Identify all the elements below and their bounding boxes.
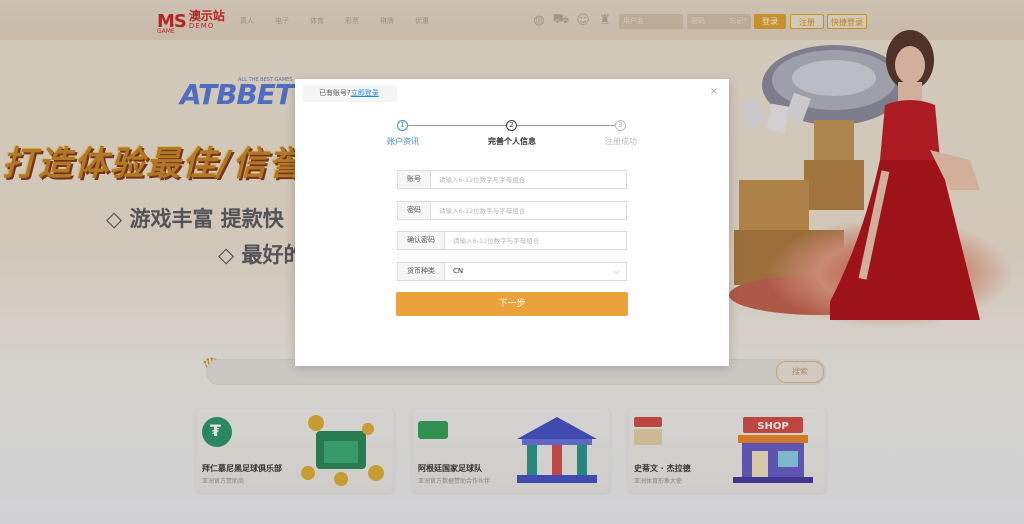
account-field: 账号 bbox=[397, 170, 627, 189]
step-1-circle: 1 bbox=[397, 120, 408, 131]
confirm-password-input[interactable] bbox=[445, 232, 626, 249]
step-3-label: 注册成功 bbox=[605, 137, 637, 146]
currency-select[interactable]: CN ⌵ bbox=[445, 263, 626, 280]
password-input[interactable] bbox=[431, 202, 626, 219]
account-input[interactable] bbox=[431, 171, 626, 188]
step-2-label: 完善个人信息 bbox=[488, 137, 536, 146]
chevron-down-icon: ⌵ bbox=[613, 267, 620, 276]
register-modal: 已有账号?立即登录 × 1 2 3 账户资讯 完善个人信息 注册成功 账号 密码… bbox=[295, 79, 729, 366]
currency-field: 货币种类 CN ⌵ bbox=[397, 262, 627, 281]
confirm-password-field: 确认密码 bbox=[397, 231, 627, 250]
login-now-link[interactable]: 立即登录 bbox=[351, 89, 379, 97]
next-step-button[interactable]: 下一步 bbox=[396, 292, 628, 316]
currency-label: 货币种类 bbox=[398, 263, 445, 280]
close-icon[interactable]: × bbox=[709, 86, 719, 98]
account-label: 账号 bbox=[398, 171, 431, 188]
step-2-circle: 2 bbox=[506, 120, 517, 131]
step-connector bbox=[408, 125, 512, 126]
step-3-circle: 3 bbox=[615, 120, 626, 131]
confirm-password-label: 确认密码 bbox=[398, 232, 445, 249]
step-connector bbox=[517, 125, 621, 126]
password-field: 密码 bbox=[397, 201, 627, 220]
password-label: 密码 bbox=[398, 202, 431, 219]
login-prompt-tab: 已有账号?立即登录 bbox=[303, 85, 397, 102]
step-1-label: 账户资讯 bbox=[387, 137, 419, 146]
